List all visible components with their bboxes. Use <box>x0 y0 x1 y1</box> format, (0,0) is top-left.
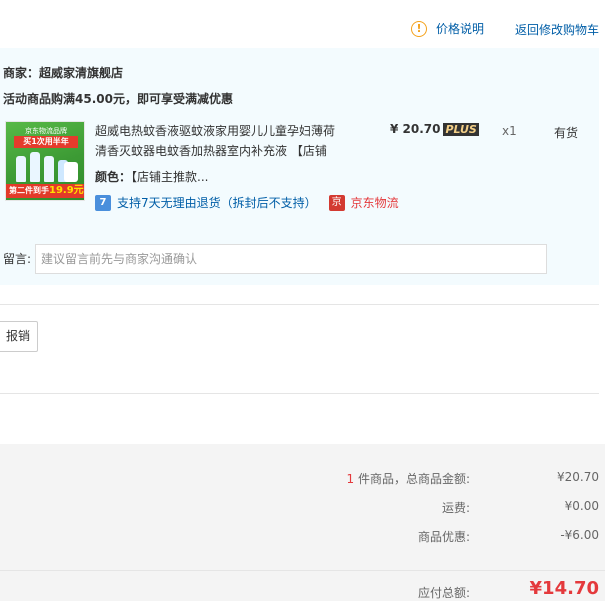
discount-label: 商品优惠: <box>417 530 470 544</box>
bottle-shape <box>16 156 26 182</box>
merchant-label: 商家： <box>3 66 40 80</box>
top-bar: ! 价格说明 返回修改购物车 <box>0 0 605 48</box>
merchant-info: 商家：超威家清旗舰店 <box>3 64 123 81</box>
invoice-reimburse-button[interactable]: 报销 <box>0 321 38 352</box>
divider <box>0 570 605 571</box>
seven-day-return-icon: 7 <box>95 194 111 211</box>
payable-amount: ¥14.70 <box>529 578 599 599</box>
item-count: 1 <box>346 472 355 486</box>
product-price: ¥ 20.70 PLUS <box>390 122 479 136</box>
product-title-line1: 超威电热蚊香液驱蚊液家用婴儿儿童孕妇薄荷 <box>95 124 336 138</box>
price-note-link[interactable]: ! 价格说明 <box>411 20 484 37</box>
goods-count-label: 1 件商品，总商品金额: <box>347 470 471 487</box>
thumb-bottom-prefix: 第二件到手 <box>9 186 49 195</box>
order-summary: 1 件商品，总商品金额: ¥20.70 运费: ¥0.00 商品优惠: -¥6.… <box>0 444 605 601</box>
plus-badge: PLUS <box>443 122 479 136</box>
product-thumbnail[interactable]: 京东物流品牌 买1次用半年 第二件到手19.9元 <box>5 121 85 201</box>
message-input[interactable] <box>35 244 547 274</box>
shipping-fee: ¥0.00 <box>564 499 599 513</box>
jd-logistics-icon: 京 <box>328 194 345 211</box>
bottle-shape <box>30 152 40 182</box>
thumb-bottom-price: 19.9元 <box>49 185 84 196</box>
payable-label: 应付总额: <box>417 586 470 600</box>
info-warning-icon: ! <box>411 20 427 37</box>
count-suffix: 件商品，总商品金额: <box>354 472 470 486</box>
shipping-label: 运费: <box>441 501 470 515</box>
return-policy-text: 支持7天无理由退货（拆封后不支持） <box>117 196 317 210</box>
color-label: 颜色： <box>95 170 132 184</box>
promo-text: 活动商品购满45.00元，即可享受满减优惠 <box>3 92 233 106</box>
store-order-panel: 商家：超威家清旗舰店 活动商品购满45.00元，即可享受满减优惠 京东物流品牌 … <box>0 48 599 285</box>
product-color: 颜色：【店铺主推款... <box>95 168 208 185</box>
color-value: 【店铺主推款... <box>131 170 209 184</box>
divider <box>0 304 599 305</box>
goods-total: ¥20.70 <box>557 470 599 484</box>
merchant-name: 超威家清旗舰店 <box>39 66 124 80</box>
heater-device-shape <box>64 162 78 182</box>
thumb-bottom-strip: 第二件到手19.9元 <box>6 184 84 198</box>
back-to-cart-link[interactable]: 返回修改购物车 <box>515 21 599 38</box>
discount-amount: -¥6.00 <box>560 528 599 542</box>
bottle-shape <box>44 156 54 182</box>
thumb-top-text: 京东物流品牌 <box>25 127 67 135</box>
product-quantity: x1 <box>502 124 517 138</box>
service-row: 7 支持7天无理由退货（拆封后不支持） 京 京东物流 <box>95 194 399 211</box>
thumb-banner: 买1次用半年 <box>14 136 78 148</box>
price-value: ¥ 20.70 <box>390 122 441 136</box>
product-title[interactable]: 超威电热蚊香液驱蚊液家用婴儿儿童孕妇薄荷 清香灭蚊器电蚊香加热器室内补充液 【店… <box>95 121 345 161</box>
divider <box>0 393 599 394</box>
price-note-label: 价格说明 <box>436 22 485 36</box>
message-label: 留言: <box>3 252 32 266</box>
stock-status: 有货 <box>554 126 579 140</box>
logistics-text: 京东物流 <box>350 196 399 210</box>
product-title-line2: 清香灭蚊器电蚊香加热器室内补充液 【店铺 <box>95 144 327 158</box>
